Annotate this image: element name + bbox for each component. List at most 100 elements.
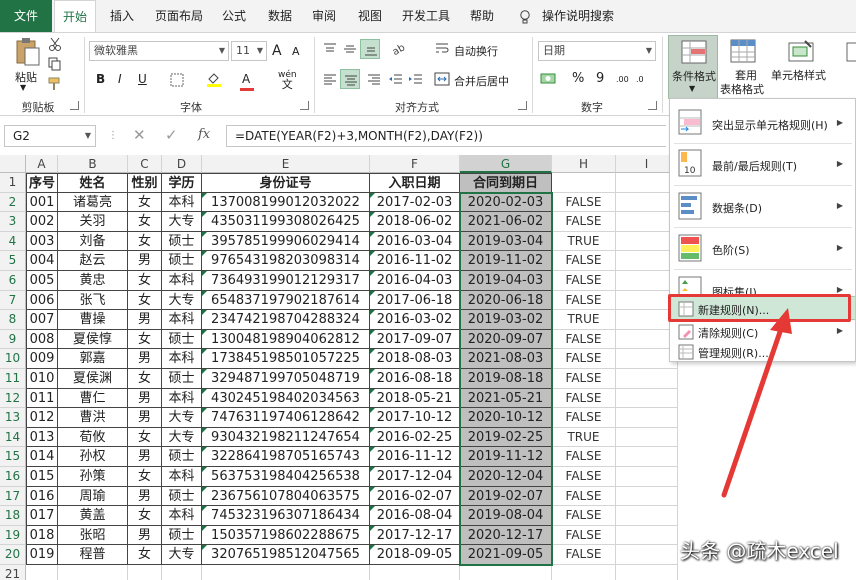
menu-item-highlight-rules[interactable]: 突出显示单元格规则(H) ▶ — [670, 105, 855, 141]
table-header-cell[interactable]: 性别 — [128, 173, 162, 193]
formula-result-cell[interactable]: FALSE — [552, 525, 616, 546]
table-cell[interactable]: 2018-06-02 — [370, 212, 460, 232]
table-cell[interactable]: 男 — [128, 349, 162, 369]
table-cell[interactable]: 2017-10-12 — [370, 408, 460, 428]
table-cell[interactable]: 2021-09-05 — [460, 545, 552, 565]
font-size-combo[interactable]: 11 ▼ — [231, 41, 267, 61]
table-header-cell[interactable]: 学历 — [162, 173, 202, 193]
menu-item-color-scales[interactable]: 色阶(S) ▶ — [670, 229, 855, 267]
table-cell[interactable]: 女 — [128, 427, 162, 448]
empty-cell[interactable] — [616, 545, 678, 565]
row-header[interactable]: 9 — [0, 329, 26, 350]
table-cell[interactable]: 孙权 — [58, 447, 128, 467]
menu-item-manage-rules[interactable]: 管理规则(R)... — [670, 341, 855, 361]
formula-result-cell[interactable]: FALSE — [552, 467, 616, 487]
row-header[interactable]: 6 — [0, 271, 26, 291]
table-cell[interactable]: 男 — [128, 388, 162, 409]
table-cell[interactable]: 435031199308026425 — [202, 212, 370, 232]
tab-file[interactable]: 文件 — [0, 0, 52, 32]
table-cell[interactable]: 曹仁 — [58, 388, 128, 409]
cancel-icon[interactable]: ✕ — [133, 126, 146, 144]
fill-color-icon[interactable] — [206, 71, 222, 87]
table-cell[interactable]: 2020-06-18 — [460, 290, 552, 311]
clipboard-launcher[interactable] — [70, 101, 79, 110]
cell-styles-button[interactable]: 单元格样式 — [771, 67, 826, 83]
row-header[interactable]: 1 — [0, 173, 26, 193]
empty-cell[interactable] — [616, 388, 678, 409]
table-cell[interactable]: 女 — [128, 271, 162, 291]
table-cell[interactable]: 2020-12-04 — [460, 467, 552, 487]
row-header[interactable]: 5 — [0, 251, 26, 271]
formula-result-cell[interactable]: FALSE — [552, 506, 616, 526]
select-all-corner[interactable] — [0, 155, 26, 173]
table-cell[interactable]: 女 — [128, 506, 162, 526]
table-cell[interactable]: 007 — [26, 310, 58, 330]
table-cell[interactable]: 男 — [128, 408, 162, 428]
table-cell[interactable]: 137008199012032022 — [202, 192, 370, 213]
tab-formulas[interactable]: 公式 — [216, 0, 252, 32]
formula-result-cell[interactable]: FALSE — [552, 329, 616, 350]
accounting-format-icon[interactable] — [540, 71, 560, 87]
formula-result-cell[interactable]: FALSE — [552, 212, 616, 232]
orientation-icon[interactable]: ab — [390, 41, 410, 57]
table-cell[interactable]: 女 — [128, 467, 162, 487]
table-cell[interactable]: 男 — [128, 447, 162, 467]
table-cell[interactable]: 014 — [26, 447, 58, 467]
table-cell[interactable]: 黄盖 — [58, 506, 128, 526]
table-cell[interactable]: 016 — [26, 486, 58, 507]
table-cell[interactable]: 2017-02-03 — [370, 192, 460, 213]
table-cell[interactable]: 2019-04-03 — [460, 271, 552, 291]
table-cell[interactable]: 夏侯惇 — [58, 329, 128, 350]
row-header[interactable]: 19 — [0, 525, 26, 546]
table-cell[interactable]: 男 — [128, 251, 162, 271]
table-cell[interactable]: 747631197406128642 — [202, 408, 370, 428]
table-cell[interactable]: 395785199906029414 — [202, 231, 370, 252]
column-header[interactable]: F — [370, 155, 460, 173]
table-cell[interactable]: 2017-06-18 — [370, 290, 460, 311]
formula-result-cell[interactable]: FALSE — [552, 486, 616, 507]
table-cell[interactable]: 硕士 — [162, 525, 202, 546]
table-cell[interactable]: 2016-03-04 — [370, 231, 460, 252]
table-cell[interactable]: 2016-02-07 — [370, 486, 460, 507]
empty-cell[interactable] — [162, 565, 202, 580]
tab-home[interactable]: 开始 — [54, 0, 96, 32]
table-cell[interactable]: 2018-05-21 — [370, 388, 460, 409]
enter-icon[interactable]: ✓ — [165, 126, 178, 144]
table-cell[interactable]: 大专 — [162, 427, 202, 448]
table-cell[interactable]: 硕士 — [162, 251, 202, 271]
table-cell[interactable]: 2021-06-02 — [460, 212, 552, 232]
row-header[interactable]: 17 — [0, 486, 26, 507]
table-cell[interactable]: 男 — [128, 310, 162, 330]
table-cell[interactable]: 孙策 — [58, 467, 128, 487]
empty-cell[interactable] — [616, 565, 678, 580]
table-header-cell[interactable]: 序号 — [26, 173, 58, 193]
table-cell[interactable]: 2020-09-07 — [460, 329, 552, 350]
comma-button[interactable]: 9 — [596, 71, 604, 86]
tab-review[interactable]: 审阅 — [306, 0, 342, 32]
empty-cell[interactable] — [460, 565, 552, 580]
formula-result-cell[interactable]: FALSE — [552, 349, 616, 369]
table-cell[interactable]: 2019-11-02 — [460, 251, 552, 271]
font-name-combo[interactable]: 微软雅黑 ▼ — [89, 41, 229, 61]
table-cell[interactable]: 本科 — [162, 310, 202, 330]
table-cell[interactable]: 234742198704288324 — [202, 310, 370, 330]
table-cell[interactable]: 006 — [26, 290, 58, 311]
table-cell[interactable]: 女 — [128, 192, 162, 213]
table-cell[interactable]: 320765198512047565 — [202, 545, 370, 565]
table-cell[interactable]: 004 — [26, 251, 58, 271]
table-cell[interactable]: 2019-02-25 — [460, 427, 552, 448]
empty-cell[interactable] — [616, 506, 678, 526]
row-header[interactable]: 20 — [0, 545, 26, 565]
table-cell[interactable]: 2017-12-04 — [370, 467, 460, 487]
column-header[interactable]: E — [202, 155, 370, 173]
table-cell[interactable]: 2016-11-12 — [370, 447, 460, 467]
wrap-text-icon[interactable] — [434, 41, 450, 57]
formula-result-cell[interactable]: FALSE — [552, 369, 616, 389]
formula-result-cell[interactable]: FALSE — [552, 290, 616, 311]
row-header[interactable]: 12 — [0, 388, 26, 409]
formula-result-cell[interactable]: FALSE — [552, 388, 616, 409]
table-cell[interactable]: 硕士 — [162, 369, 202, 389]
empty-cell[interactable] — [616, 525, 678, 546]
empty-cell[interactable] — [370, 565, 460, 580]
table-cell[interactable]: 2016-11-02 — [370, 251, 460, 271]
